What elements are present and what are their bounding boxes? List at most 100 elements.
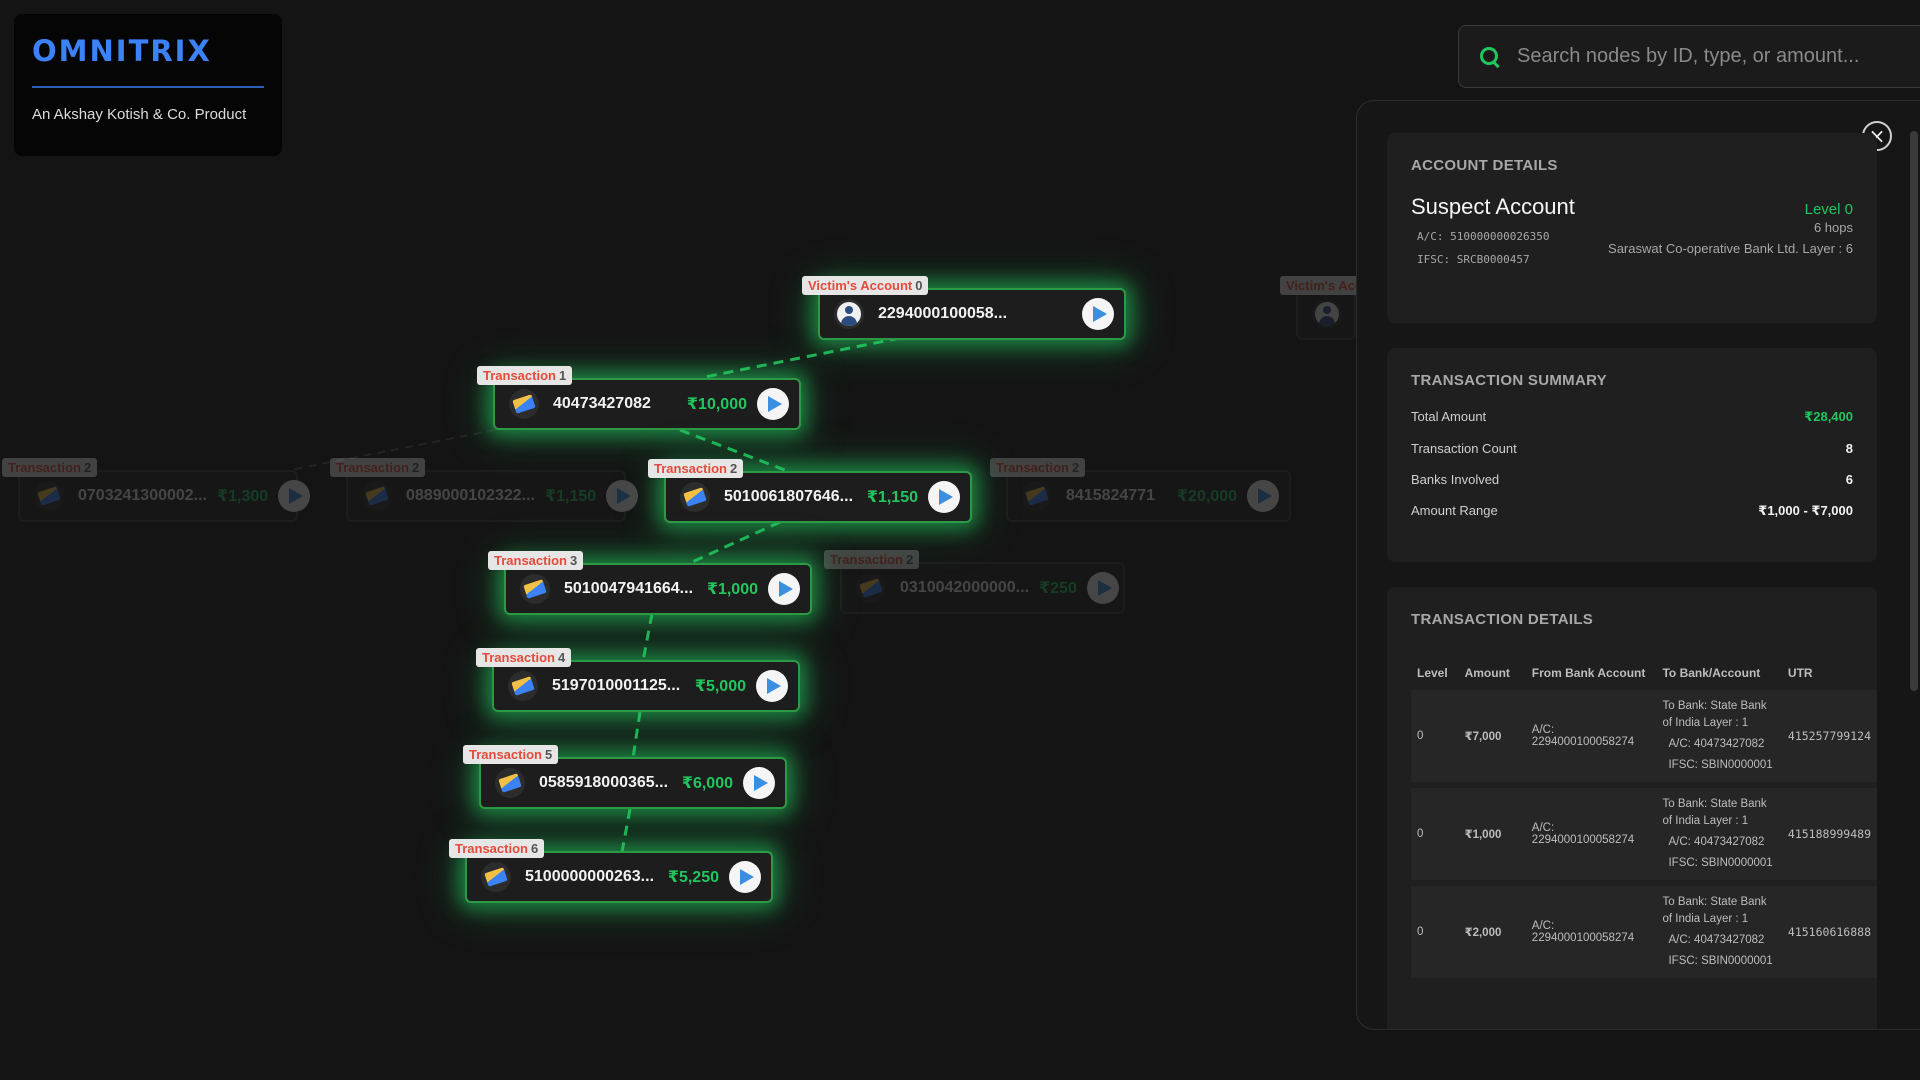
graph-node-dim[interactable]: Victim's Acco xyxy=(1280,276,1377,340)
node-type-label: Transaction 2 xyxy=(990,458,1086,477)
node-id: 2294000100058... xyxy=(878,305,1008,322)
edge-4-5 xyxy=(631,711,642,759)
expand-node-button[interactable] xyxy=(1086,572,1119,604)
node-type-label: Transaction 2 xyxy=(2,458,98,477)
summary-row: Total Amount ₹28,400 xyxy=(1411,409,1853,424)
graph-canvas[interactable]: OMNITRIX An Akshay Kotish & Co. Product … xyxy=(0,0,1920,1080)
expand-node-button[interactable] xyxy=(729,861,761,893)
graph-node-dim[interactable]: Transaction 2 0310042000000... ₹250 xyxy=(824,550,1125,614)
node-amount: ₹6,000 xyxy=(681,775,733,792)
node-id: 0310042000000... xyxy=(900,579,1030,596)
expand-node-button[interactable] xyxy=(757,388,789,420)
brand-card: OMNITRIX An Akshay Kotish & Co. Product xyxy=(14,14,282,156)
node-id: 5100000000263... xyxy=(525,868,655,885)
summary-row: Transaction Count 8 xyxy=(1411,441,1853,456)
node-id: 0585918000365... xyxy=(539,774,669,791)
graph-node-dim[interactable]: Transaction 2 0889000102322... ₹1,150 xyxy=(330,458,639,522)
brand-divider xyxy=(32,86,264,88)
node-id: 0889000102322... xyxy=(406,487,536,504)
node-id: 8415824771 xyxy=(1066,487,1155,504)
node-amount: ₹1,000 xyxy=(706,581,758,598)
column-header: To Bank/Account xyxy=(1662,666,1761,680)
account-details-section: ACCOUNT DETAILS Suspect Account A/C: 510… xyxy=(1387,133,1877,323)
node-id: 5010047941664... xyxy=(564,580,694,597)
transaction-summary-section: TRANSACTION SUMMARY Total Amount ₹28,400 … xyxy=(1387,348,1877,562)
graph-node-dim[interactable]: Transaction 2 8415824771 ₹20,000 xyxy=(990,458,1291,522)
card-icon xyxy=(856,573,886,603)
expand-node-button[interactable] xyxy=(756,670,788,702)
expand-node-button[interactable] xyxy=(768,573,800,605)
graph-node-transaction-1[interactable]: Transaction 1 40473427082 ₹10,000 xyxy=(477,366,801,430)
card-icon xyxy=(520,574,550,604)
node-type-label: Transaction 6 xyxy=(449,839,545,858)
table-row[interactable]: 0 ₹1,000 A/C: 2294000100058274 To Bank: … xyxy=(1411,788,1877,880)
expand-node-button[interactable] xyxy=(743,767,775,799)
brand-title: OMNITRIX xyxy=(32,34,212,68)
card-icon xyxy=(362,481,392,511)
edge-5-6 xyxy=(620,808,632,853)
node-amount: ₹5,000 xyxy=(694,678,746,695)
graph-node-transaction-2[interactable]: Transaction 2 5010061807646... ₹1,150 xyxy=(648,459,972,523)
summary-row: Amount Range ₹1,000 - ₹7,000 xyxy=(1411,503,1853,518)
node-type-label: Transaction 2 xyxy=(824,550,920,569)
search-icon xyxy=(1479,46,1501,68)
section-title: ACCOUNT DETAILS xyxy=(1411,157,1558,174)
card-icon xyxy=(1022,481,1052,511)
graph-node-transaction-3[interactable]: Transaction 3 5010047941664... ₹1,000 xyxy=(488,551,812,615)
card-icon xyxy=(508,671,538,701)
node-id: 0703241300002... xyxy=(78,487,208,504)
account-bank: Saraswat Co-operative Bank Ltd. Layer : … xyxy=(1608,241,1853,256)
node-amount: ₹1,300 xyxy=(217,488,269,505)
account-hops: 6 hops xyxy=(1813,220,1853,235)
card-icon xyxy=(509,389,539,419)
node-id: 40473427082 xyxy=(553,395,651,412)
table-row[interactable]: 0 ₹2,000 A/C: 2294000100058274 To Bank: … xyxy=(1411,886,1877,978)
graph-node-transaction-6[interactable]: Transaction 6 5100000000263... ₹5,250 xyxy=(449,839,773,903)
card-icon xyxy=(481,862,511,892)
graph-node-dim[interactable]: Transaction 2 0703241300002... ₹1,300 xyxy=(2,458,311,522)
edge-0-1 xyxy=(699,336,901,380)
table-row[interactable]: 0 ₹7,000 A/C: 2294000100058274 To Bank: … xyxy=(1411,690,1877,782)
expand-node-button[interactable] xyxy=(928,481,960,513)
graph-node-transaction-5[interactable]: Transaction 5 0585918000365... ₹6,000 xyxy=(463,745,787,809)
expand-node-button[interactable] xyxy=(1082,298,1114,330)
person-icon xyxy=(834,299,864,329)
account-meta: Level 0 6 hops Saraswat Co-operative Ban… xyxy=(1608,201,1853,256)
transaction-table: Level Amount From Bank Account To Bank/A… xyxy=(1411,656,1877,984)
expand-node-button[interactable] xyxy=(278,480,311,512)
section-title: TRANSACTION DETAILS xyxy=(1411,611,1594,628)
summary-row: Banks Involved 6 xyxy=(1411,472,1853,487)
node-amount: ₹20,000 xyxy=(1176,488,1237,505)
node-id: 5010061807646... xyxy=(724,488,854,505)
node-type-label: Transaction 5 xyxy=(463,745,559,764)
card-icon xyxy=(495,768,525,798)
node-amount: ₹1,150 xyxy=(545,488,597,505)
expand-node-button[interactable] xyxy=(606,480,639,512)
column-header: Level xyxy=(1417,666,1448,680)
details-panel: × ACCOUNT DETAILS Suspect Account A/C: 5… xyxy=(1356,100,1920,1030)
card-icon xyxy=(680,482,710,512)
node-id: 5197010001125... xyxy=(552,677,681,694)
node-type-label: Transaction 4 xyxy=(476,648,572,667)
graph-node-transaction-4[interactable]: Transaction 4 5197010001125... ₹5,000 xyxy=(476,648,800,712)
node-amount: ₹5,250 xyxy=(667,869,719,886)
node-type-label: Transaction 2 xyxy=(330,458,426,477)
panel-scrollbar[interactable] xyxy=(1910,131,1918,691)
column-header: Amount xyxy=(1464,666,1510,680)
account-level: Level 0 xyxy=(1804,201,1853,218)
person-icon xyxy=(1312,299,1342,329)
section-title: TRANSACTION SUMMARY xyxy=(1411,372,1607,389)
card-icon xyxy=(34,481,64,511)
expand-node-button[interactable] xyxy=(1247,480,1279,512)
node-type-label: Transaction 3 xyxy=(488,551,584,570)
column-header: From Bank Account xyxy=(1531,666,1646,680)
table-header-row: Level Amount From Bank Account To Bank/A… xyxy=(1411,662,1877,684)
node-type-label: Transaction 2 xyxy=(648,459,744,478)
search-input[interactable] xyxy=(1517,45,1920,68)
graph-node-victim[interactable]: Victim's Account 0 2294000100058... xyxy=(802,276,1126,340)
node-type-label: Transaction 1 xyxy=(477,366,573,385)
edge-3-4 xyxy=(641,613,654,662)
transaction-details-section: TRANSACTION DETAILS Level Amount From Ba… xyxy=(1387,587,1877,1029)
search-bar[interactable] xyxy=(1458,25,1920,88)
node-amount: ₹1,150 xyxy=(866,489,918,506)
